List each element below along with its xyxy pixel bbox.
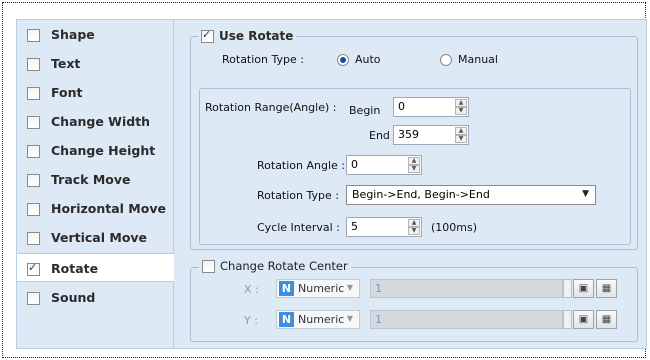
cycle-interval-label: Cycle Interval :: [257, 221, 340, 234]
cycle-interval-input[interactable]: 5 ▲ ▼: [346, 217, 422, 237]
change-rotate-center-checkbox[interactable]: [202, 259, 215, 273]
dropdown-arrow-icon: ▼: [346, 314, 353, 323]
use-rotate-checkbox[interactable]: [201, 28, 214, 43]
x-value-input[interactable]: 1: [370, 279, 563, 298]
sidebar-checkbox-sound[interactable]: [27, 292, 40, 305]
rotation-range-label: Rotation Range(Angle) :: [205, 101, 337, 114]
sidebar-checkbox-shape[interactable]: [27, 29, 40, 42]
sidebar-item-vertical-move[interactable]: Vertical Move: [17, 223, 174, 252]
end-angle-input[interactable]: 359 ▲ ▼: [393, 125, 469, 145]
sidebar-checkbox-text[interactable]: [27, 58, 40, 71]
x-spin-icon[interactable]: [563, 279, 572, 298]
y-type-select[interactable]: N Numeric ▼: [276, 310, 360, 329]
rotation-angle-label: Rotation Angle :: [257, 159, 346, 172]
sidebar-item-font[interactable]: Font: [17, 78, 174, 107]
y-value-input[interactable]: 1: [370, 310, 563, 329]
sidebar-checkbox-font[interactable]: [27, 87, 40, 100]
spin-up-icon[interactable]: ▲: [455, 99, 467, 107]
rotate-center-header: Change Rotate Center: [199, 259, 351, 273]
rotation-type-label: Rotation Type :: [257, 189, 339, 202]
spin-down-icon[interactable]: ▼: [455, 107, 467, 115]
x-calculator-icon[interactable]: ▦: [596, 279, 617, 298]
sidebar-item-change-height[interactable]: Change Height: [17, 136, 174, 165]
sidebar-checkbox-vertical-move[interactable]: [27, 232, 40, 245]
sidebar-item-label: Text: [51, 56, 81, 71]
x-type-select[interactable]: N Numeric ▼: [276, 279, 360, 298]
radio-auto-label: Auto: [355, 53, 381, 66]
sidebar-item-rotate[interactable]: Rotate: [17, 253, 175, 282]
cycle-interval-unit: (100ms): [431, 221, 478, 234]
use-rotate-header: Use Rotate: [198, 28, 297, 43]
numeric-badge-icon: N: [279, 281, 294, 296]
sidebar-item-change-width[interactable]: Change Width: [17, 107, 174, 136]
sidebar-item-label: Vertical Move: [51, 230, 148, 245]
property-sidebar: Shape Text Font Change Width Change Heig…: [16, 19, 175, 349]
dropdown-arrow-icon: ▼: [582, 189, 589, 199]
begin-label: Begin: [349, 104, 381, 117]
x-label: X :: [244, 283, 259, 296]
spin-down-icon[interactable]: ▼: [455, 135, 467, 143]
spin-up-icon[interactable]: ▲: [408, 219, 420, 227]
use-rotate-label: Use Rotate: [219, 29, 294, 43]
sidebar-checkbox-track-move[interactable]: [27, 174, 40, 187]
sidebar-item-label: Track Move: [51, 172, 131, 187]
y-calculator-icon[interactable]: ▦: [596, 310, 617, 329]
sidebar-checkbox-change-height[interactable]: [27, 145, 40, 158]
y-spin-icon[interactable]: [563, 310, 572, 329]
radio-auto[interactable]: [337, 54, 349, 66]
sidebar-item-track-move[interactable]: Track Move: [17, 165, 174, 194]
radio-manual-label: Manual: [458, 53, 498, 66]
y-tag-browse-icon[interactable]: ▣: [573, 310, 594, 329]
sidebar-item-label: Change Width: [51, 114, 151, 129]
begin-angle-input[interactable]: 0 ▲ ▼: [393, 97, 469, 117]
change-rotate-center-label: Change Rotate Center: [220, 259, 348, 273]
x-tag-browse-icon[interactable]: ▣: [573, 279, 594, 298]
spin-down-icon[interactable]: ▼: [408, 165, 420, 173]
y-label: Y :: [244, 314, 258, 327]
rotation-type-select[interactable]: Begin->End, Begin->End ▼: [346, 185, 596, 205]
dropdown-arrow-icon: ▼: [346, 283, 353, 292]
sidebar-item-label: Sound: [51, 290, 96, 305]
sidebar-checkbox-change-width[interactable]: [27, 116, 40, 129]
sidebar-item-label: Font: [51, 85, 83, 100]
sidebar-item-label: Shape: [51, 27, 95, 42]
rotation-mode-label: Rotation Type :: [222, 53, 304, 66]
rotation-angle-input[interactable]: 0 ▲ ▼: [346, 155, 422, 175]
radio-manual[interactable]: [440, 54, 452, 66]
spin-up-icon[interactable]: ▲: [455, 127, 467, 135]
sidebar-item-horizontal-move[interactable]: Horizontal Move: [17, 194, 174, 223]
numeric-badge-icon: N: [279, 312, 294, 327]
sidebar-item-label: Horizontal Move: [51, 201, 166, 216]
sidebar-item-label: Change Height: [51, 143, 156, 158]
end-label: End: [369, 129, 390, 142]
spin-down-icon[interactable]: ▼: [408, 227, 420, 235]
sidebar-item-text[interactable]: Text: [17, 49, 174, 78]
sidebar-checkbox-horizontal-move[interactable]: [27, 203, 40, 216]
sidebar-item-shape[interactable]: Shape: [17, 20, 174, 49]
sidebar-item-label: Rotate: [51, 261, 99, 276]
spin-up-icon[interactable]: ▲: [408, 157, 420, 165]
sidebar-item-sound[interactable]: Sound: [17, 283, 174, 312]
sidebar-checkbox-rotate[interactable]: [27, 261, 40, 276]
